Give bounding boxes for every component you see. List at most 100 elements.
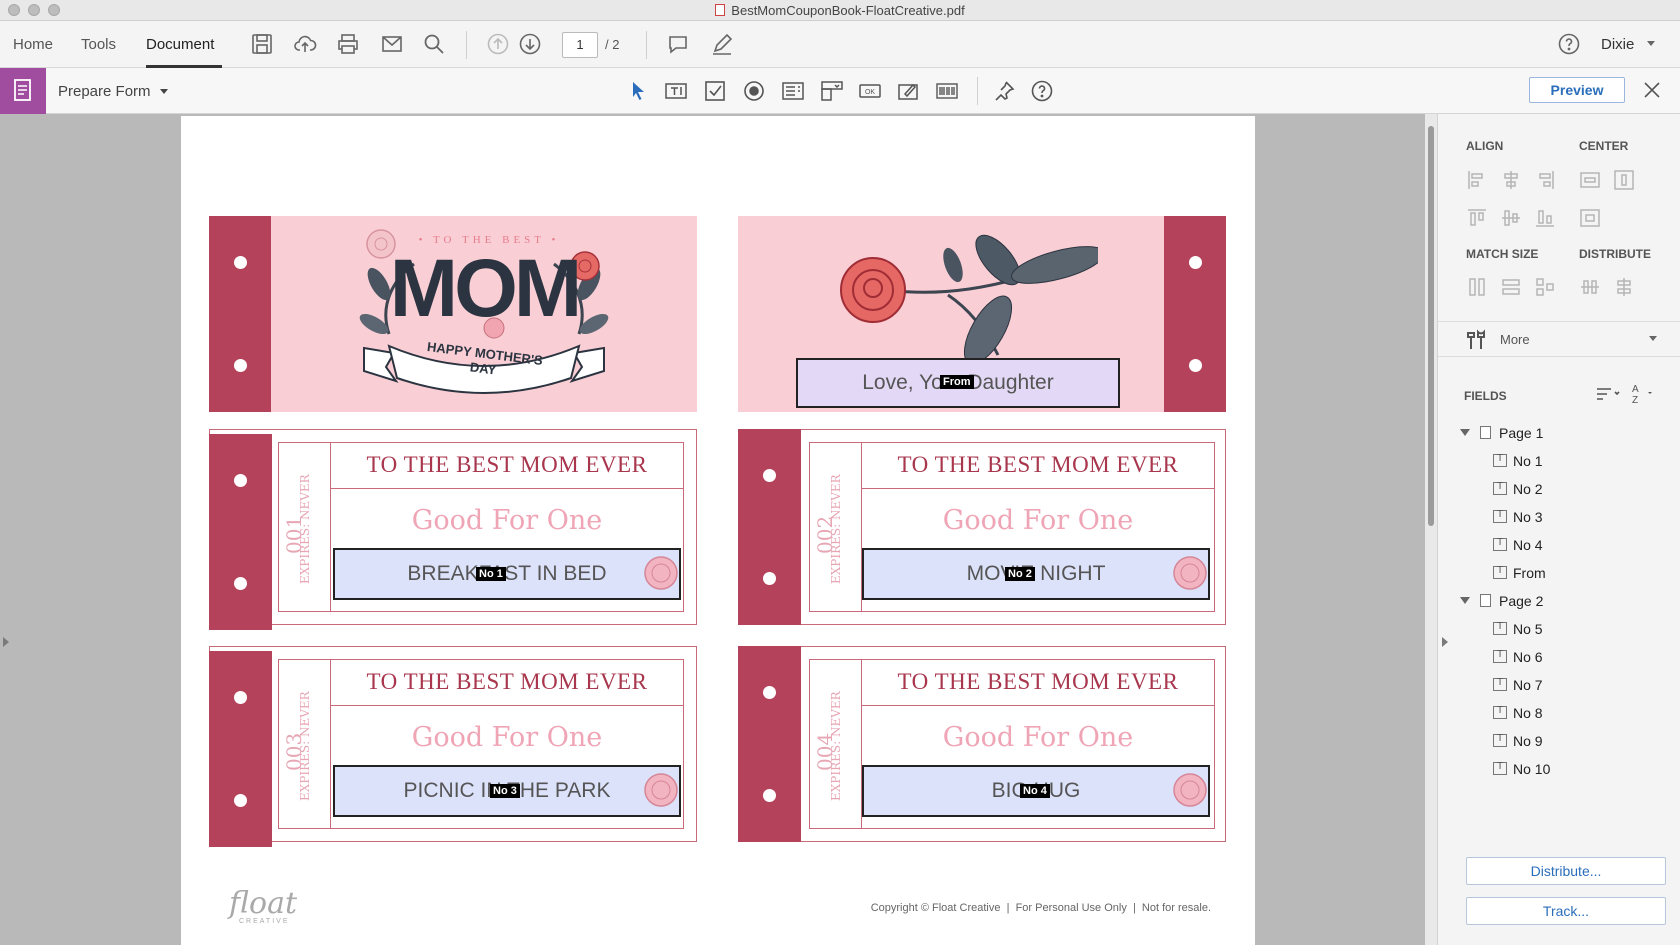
save-icon[interactable]	[250, 32, 274, 56]
expand-left-panel-icon[interactable]	[3, 637, 9, 647]
tree-page-2[interactable]: Page 2	[1460, 593, 1543, 609]
distribute-heading: DISTRIBUTE	[1579, 247, 1651, 261]
signature-field-icon[interactable]	[897, 79, 921, 103]
tree-field-no-9[interactable]: No 9	[1493, 733, 1543, 749]
button-field-icon[interactable]: OK	[858, 79, 882, 103]
scrollbar-thumb[interactable]	[1428, 126, 1434, 526]
tree-field-no-8[interactable]: No 8	[1493, 705, 1543, 721]
sort-order-icon[interactable]	[1595, 386, 1621, 402]
expand-caret-icon[interactable]	[1460, 597, 1470, 604]
coupon-field-value: MOVIE NIGHT	[966, 562, 1106, 585]
tree-field-label: From	[1513, 565, 1546, 581]
email-icon[interactable]	[380, 32, 404, 56]
vertical-scrollbar[interactable]	[1425, 114, 1437, 945]
tree-field-label: No 4	[1513, 537, 1543, 553]
checkbox-icon[interactable]	[703, 79, 727, 103]
tree-field-no-7[interactable]: No 7	[1493, 677, 1543, 693]
text-field-icon	[1493, 649, 1507, 663]
expand-caret-icon[interactable]	[1460, 429, 1470, 436]
dropdown-field-icon[interactable]	[820, 79, 844, 103]
align-vertical-center-icon[interactable]	[1500, 207, 1522, 229]
coupon-stub	[1164, 216, 1226, 412]
sign-icon[interactable]	[710, 32, 734, 56]
center-both-icon[interactable]	[1579, 207, 1601, 229]
tree-field-no-3[interactable]: No 3	[1493, 509, 1543, 525]
center-vertically-icon[interactable]	[1613, 169, 1635, 191]
distribute-horizontally-icon[interactable]	[1579, 276, 1601, 298]
radio-button-icon[interactable]	[742, 79, 766, 103]
previous-page-icon[interactable]	[486, 32, 510, 56]
punch-hole	[234, 691, 247, 704]
tab-tools[interactable]: Tools	[81, 36, 116, 53]
collapse-right-panel-icon[interactable]	[1442, 637, 1448, 647]
coupon-field-1[interactable]: BREAKFAST IN BED	[333, 548, 681, 600]
tab-home[interactable]: Home	[13, 36, 53, 53]
user-menu[interactable]: Dixie	[1601, 36, 1634, 53]
select-cursor-icon[interactable]	[626, 79, 650, 103]
punch-hole	[234, 577, 247, 590]
coupon-heading: TO THE BEST MOM EVER	[331, 660, 683, 706]
more-tools-row[interactable]: More	[1438, 321, 1680, 357]
align-left-icon[interactable]	[1466, 169, 1488, 191]
tree-field-label: No 8	[1513, 705, 1543, 721]
align-bottom-icon[interactable]	[1534, 207, 1556, 229]
coupon-field-2[interactable]: MOVIE NIGHT	[862, 548, 1210, 600]
rose-icon	[644, 556, 678, 590]
field-tag-no-2: No 2	[1005, 567, 1035, 581]
more-label: More	[1500, 332, 1530, 347]
tree-field-no-1[interactable]: No 1	[1493, 453, 1543, 469]
match-both-icon[interactable]	[1534, 276, 1556, 298]
tab-document[interactable]: Document	[146, 36, 214, 53]
cloud-upload-icon[interactable]	[293, 32, 317, 56]
page-number-input[interactable]: 1	[562, 32, 598, 58]
align-right-icon[interactable]	[1534, 169, 1556, 191]
track-button[interactable]: Track...	[1466, 897, 1666, 925]
tree-field-from[interactable]: From	[1493, 565, 1546, 581]
list-box-icon[interactable]	[781, 79, 805, 103]
tree-field-no-5[interactable]: No 5	[1493, 621, 1543, 637]
coupon-side-strip: EXPIRES: NEVER 004	[810, 660, 862, 828]
distribute-vertically-icon[interactable]	[1613, 276, 1635, 298]
tree-field-no-6[interactable]: No 6	[1493, 649, 1543, 665]
align-top-icon[interactable]	[1466, 207, 1488, 229]
center-horizontally-icon[interactable]	[1579, 169, 1601, 191]
chevron-down-icon[interactable]	[160, 89, 168, 94]
distribute-button[interactable]: Distribute...	[1466, 857, 1666, 885]
next-page-icon[interactable]	[518, 32, 542, 56]
text-field-icon	[1493, 537, 1507, 551]
coupon-number: 003	[282, 732, 306, 771]
match-width-icon[interactable]	[1466, 276, 1488, 298]
help-icon[interactable]	[1557, 32, 1581, 56]
window-title-text: BestMomCouponBook-FloatCreative.pdf	[731, 3, 965, 18]
coupon-card-003: EXPIRES: NEVER 003 TO THE BEST MOM EVER …	[209, 646, 697, 847]
punch-hole	[234, 474, 247, 487]
prepare-form-bar: Prepare Form OK Preview	[0, 68, 1680, 114]
sort-alphabetical-icon[interactable]: AZ	[1630, 382, 1656, 406]
preview-button[interactable]: Preview	[1529, 77, 1625, 103]
help-icon[interactable]	[1030, 79, 1054, 103]
chevron-down-icon[interactable]	[1647, 41, 1655, 46]
tree-page-1[interactable]: Page 1	[1460, 425, 1543, 441]
pin-icon[interactable]	[992, 79, 1016, 103]
prepare-form-title[interactable]: Prepare Form	[58, 83, 151, 100]
field-tag-no-1: No 1	[476, 567, 506, 581]
tree-field-no-2[interactable]: No 2	[1493, 481, 1543, 497]
align-horizontal-center-icon[interactable]	[1500, 169, 1522, 191]
coupon-stub	[209, 651, 272, 847]
tree-field-no-10[interactable]: No 10	[1493, 761, 1550, 777]
rose-icon	[1173, 556, 1207, 590]
match-size-heading: MATCH SIZE	[1466, 247, 1539, 261]
coupon-card-002: EXPIRES: NEVER 002 TO THE BEST MOM EVER …	[738, 429, 1226, 625]
coupon-heading: TO THE BEST MOM EVER	[862, 443, 1214, 489]
text-field-icon[interactable]	[664, 79, 688, 103]
comment-icon[interactable]	[666, 32, 690, 56]
barcode-field-icon[interactable]	[935, 79, 959, 103]
coupon-stub	[738, 429, 801, 625]
match-height-icon[interactable]	[1500, 276, 1522, 298]
print-icon[interactable]	[336, 32, 360, 56]
close-icon[interactable]	[1642, 80, 1662, 100]
tree-field-no-4[interactable]: No 4	[1493, 537, 1543, 553]
coupon-field-value: BREAKFAST IN BED	[407, 562, 607, 585]
document-viewport[interactable]: • TO THE BEST • MOM HAPPY MOTHER'S DAY L…	[0, 114, 1425, 945]
search-icon[interactable]	[422, 32, 446, 56]
